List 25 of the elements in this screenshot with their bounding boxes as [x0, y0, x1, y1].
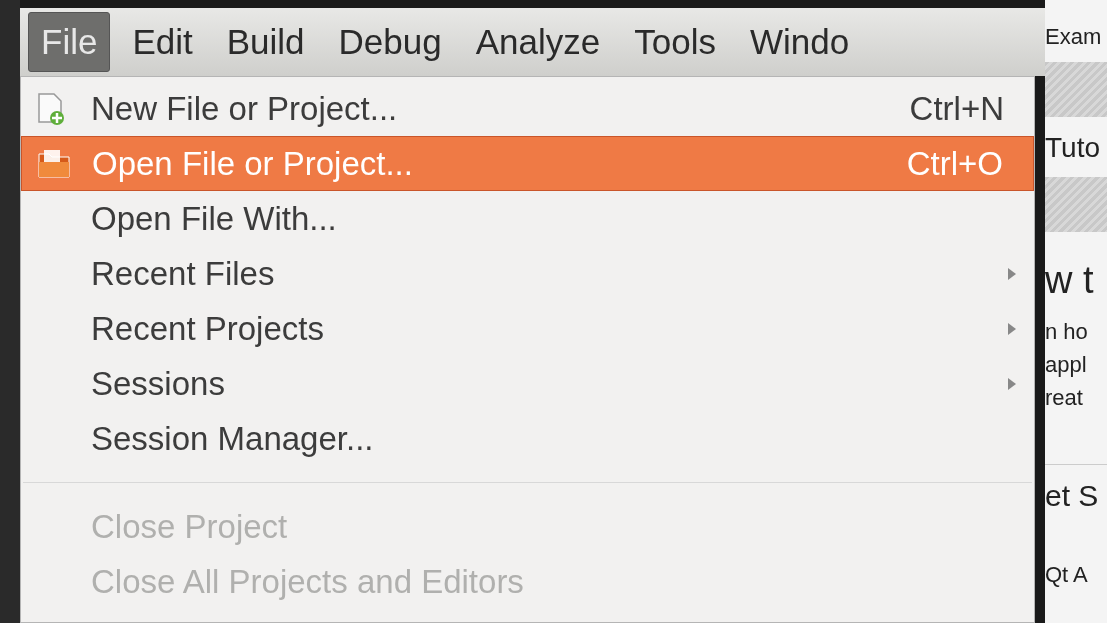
- menu-bar-item[interactable]: File: [28, 12, 111, 72]
- menu-bar-item[interactable]: Analyze: [463, 12, 613, 72]
- menu-item[interactable]: Recent Files: [21, 246, 1034, 301]
- striped-header-bar: [1045, 62, 1107, 117]
- menu-item[interactable]: Open File With...: [21, 191, 1034, 246]
- menu-bar-item[interactable]: Build: [214, 12, 317, 72]
- panel-text: Tuto: [1045, 131, 1101, 165]
- menu-bar-item[interactable]: Debug: [326, 12, 454, 72]
- menu-bar-item[interactable]: Windo: [737, 12, 862, 72]
- panel-text: reat: [1045, 384, 1084, 412]
- menu-bar-item[interactable]: Edit: [120, 12, 205, 72]
- panel-text: w t: [1045, 258, 1095, 303]
- striped-header-bar: [1045, 177, 1107, 232]
- panel-text: Qt A: [1045, 561, 1089, 589]
- panel-text: n ho: [1045, 318, 1089, 346]
- menu-item[interactable]: Session Manager...: [21, 411, 1034, 466]
- menu-item[interactable]: New File or Project... Ctrl+N: [21, 81, 1034, 136]
- panel-text: et S: [1045, 464, 1107, 518]
- new-file-icon: [35, 91, 67, 126]
- panel-text: Exam: [1045, 23, 1103, 51]
- menu-item[interactable]: Sessions: [21, 356, 1034, 411]
- panel-text: appl: [1045, 351, 1088, 379]
- menu-item[interactable]: Recent Projects: [21, 301, 1034, 356]
- folder-icon: [36, 147, 72, 180]
- menu-bar-item[interactable]: Tools: [622, 12, 728, 72]
